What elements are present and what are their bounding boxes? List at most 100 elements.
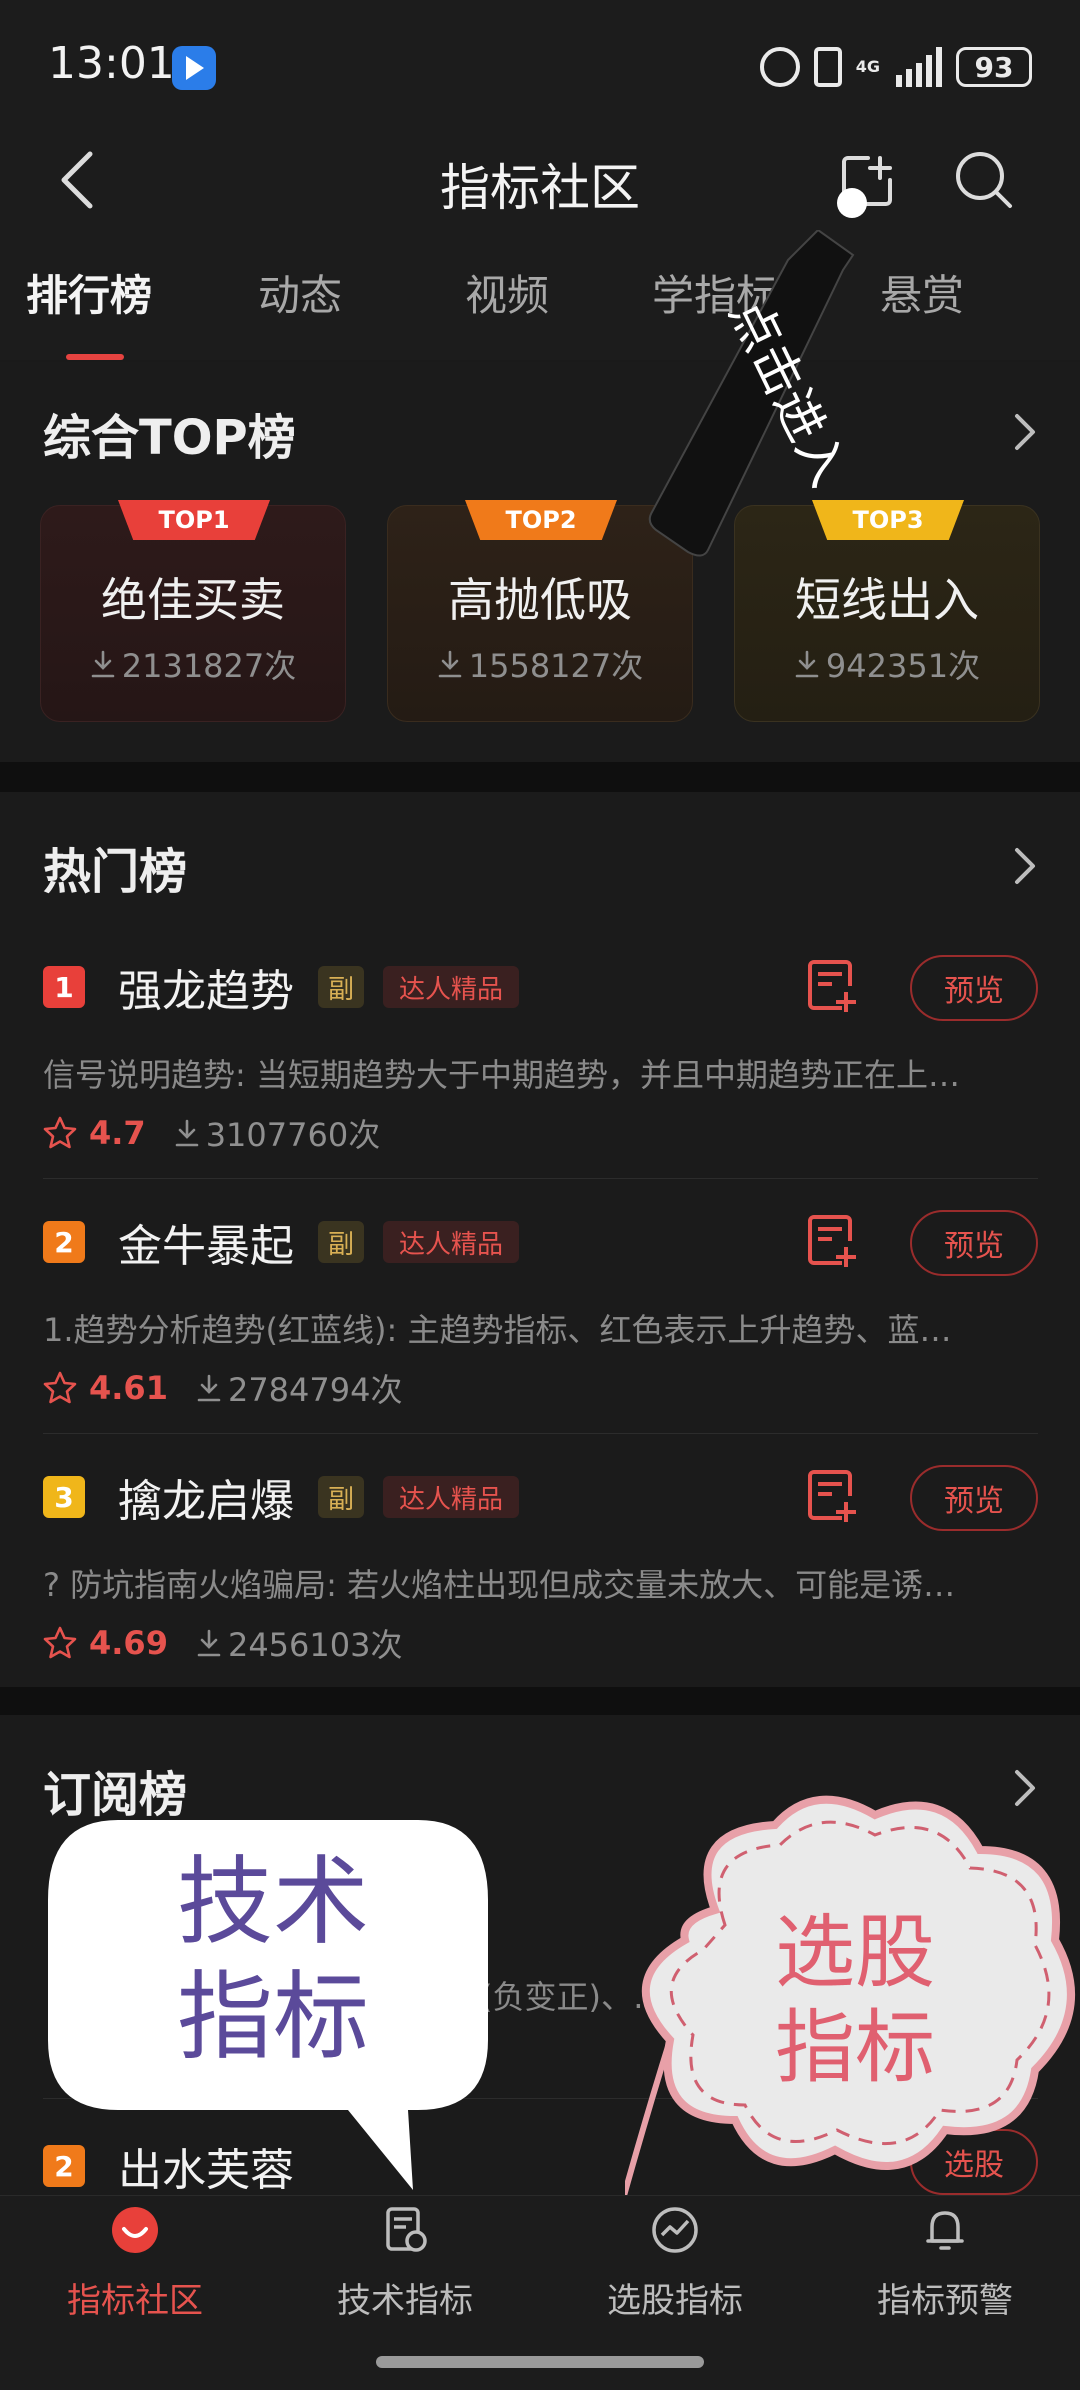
rating-value: 4.61 [89,1369,168,1407]
alarm-icon [759,47,800,87]
battery-indicator: 93 [956,47,1032,87]
star-icon [43,1116,77,1149]
rating-value: 4.69 [89,1624,168,1662]
section-title-hot: 热门榜 [43,844,188,900]
section-divider [0,762,1080,792]
download-icon [197,1629,221,1657]
download-count-text: 2456103次 [227,1626,403,1664]
download-icon [197,1374,221,1402]
top-badge: TOP2 [465,500,617,540]
download-count: 2131827次 [41,641,345,687]
nav-stock-pick[interactable]: 选股指标 [540,2205,810,2335]
download-icon [91,650,115,678]
nav-label: 指标社区 [67,2281,203,2321]
indicator-description: 1.趋势分析趋势(红蓝线): 主趋势指标、红色表示上升趋势、蓝… [43,1311,952,1349]
section-title-subscription: 订阅榜 [43,1767,188,1823]
list-item[interactable]: 3 擒龙启爆 副 达人精品 预览 ? 防坑指南火焰骗局: 若火焰柱出现但成交量未… [0,1440,1080,1695]
row-divider [43,1178,1038,1179]
nav-tech-indicator[interactable]: 技术指标 [270,2205,540,2335]
signal-icon [896,47,942,87]
indicator-name: 强龙趋势 [118,966,294,1017]
bubble-line-1: 技术 [177,1846,369,1958]
tech-indicator-icon [386,2207,427,2252]
indicator-name: 高抛低吸 [448,573,632,627]
tab-video[interactable]: 视频 [465,262,549,323]
download-count: 3107760次 [174,1110,381,1156]
home-indicator[interactable] [376,2356,704,2368]
download-count: 1558127次 [388,641,692,687]
download-count-text: 2131827次 [121,647,297,685]
rank-badge: 2 [43,1221,85,1263]
tag-expert-pick: 达人精品 [383,966,520,1008]
indicator-description: 信号说明趋势: 当短期趋势大于中期趋势，并且中期趋势正在上… [43,1056,960,1094]
download-count-text: 1558127次 [468,647,644,685]
download-count: 2456103次 [196,1620,403,1666]
tag-secondary: 副 [318,966,364,1008]
cloud-line-2: 指标 [775,2001,935,2094]
nav-label: 指标预警 [877,2281,1013,2321]
list-item[interactable]: 1 强龙趋势 副 达人精品 预览 信号说明趋势: 当短期趋势大于中期趋势，并且中… [0,930,1080,1185]
nav-alert[interactable]: 指标预警 [810,2205,1080,2335]
tag-expert-pick: 达人精品 [383,1221,520,1263]
active-tab-indicator [66,354,124,360]
community-icon [112,2207,158,2253]
star-icon [43,1626,77,1659]
touch-point-marker [837,188,867,218]
section-divider [0,1687,1080,1715]
download-icon [795,650,819,678]
nav-label: 技术指标 [337,2281,473,2321]
star-icon [43,1371,77,1404]
cloud-bubble-stock-pick: 选股 指标 [625,1795,1075,2204]
indicator-meta: 4.61 2784794次 [43,1365,402,1411]
indicator-name: 绝佳买卖 [101,573,285,627]
indicator-meta: 4.7 3107760次 [43,1110,380,1156]
tab-ranking[interactable]: 排行榜 [26,262,152,323]
download-count: 942351次 [735,641,1039,687]
add-indicator-icon[interactable] [806,958,858,1014]
status-time: 13:01 [48,38,175,89]
speech-bubble-tech-indicator: 技术 指标 [48,1820,488,2190]
list-item[interactable]: 2 金牛暴起 副 达人精品 预览 1.趋势分析趋势(红蓝线): 主趋势指标、红色… [0,1185,1080,1440]
page-title: 指标社区 [440,159,640,217]
tab-feed[interactable]: 动态 [258,262,342,323]
preview-button[interactable]: 预览 [910,1210,1038,1276]
tag-secondary: 副 [318,1476,364,1518]
tag-secondary: 副 [318,1221,364,1263]
row-divider [43,1433,1038,1434]
download-icon [175,1119,198,1147]
indicator-name: 短线出入 [795,573,979,627]
top-card-1[interactable]: TOP1 绝佳买卖 2131827次 [40,500,346,722]
download-icon [438,650,462,678]
rating-value: 4.7 [89,1114,146,1152]
indicator-meta: 4.69 2456103次 [43,1620,402,1666]
download-count-text: 2784794次 [227,1371,403,1409]
add-indicator-icon[interactable] [806,1213,858,1269]
vibrate-icon [813,47,842,87]
app-notification-icon [172,46,216,90]
indicator-description: ? 防坑指南火焰骗局: 若火焰柱出现但成交量未放大、可能是诱… [43,1566,956,1604]
network-type: 4G [855,57,880,76]
rank-badge: 3 [43,1476,85,1518]
download-count-text: 942351次 [825,647,981,685]
indicator-name: 金牛暴起 [118,1221,294,1272]
indicator-name: 擒龙启爆 [118,1476,294,1527]
add-indicator-icon[interactable] [806,1468,858,1524]
preview-button[interactable]: 预览 [910,1465,1038,1531]
nav-community[interactable]: 指标社区 [0,2205,270,2335]
search-icon[interactable] [952,148,1016,212]
status-icons: 4G 93 [759,44,1032,90]
chevron-right-icon[interactable] [1012,412,1038,452]
preview-button[interactable]: 预览 [910,955,1038,1021]
nav-label: 选股指标 [607,2281,743,2321]
rank-badge: 1 [43,966,85,1008]
bubble-line-2: 指标 [177,1961,369,2073]
download-count-text: 3107760次 [205,1116,381,1154]
chevron-right-icon[interactable] [1012,846,1038,886]
top-badge: TOP1 [118,500,270,540]
tooltip-click-enter: 点击进入 [648,230,858,557]
cloud-line-1: 选股 [775,1906,935,1999]
bell-icon [926,2211,964,2250]
download-count: 2784794次 [196,1365,403,1411]
section-title-top: 综合TOP榜 [43,410,296,466]
tag-expert-pick: 达人精品 [383,1476,520,1518]
